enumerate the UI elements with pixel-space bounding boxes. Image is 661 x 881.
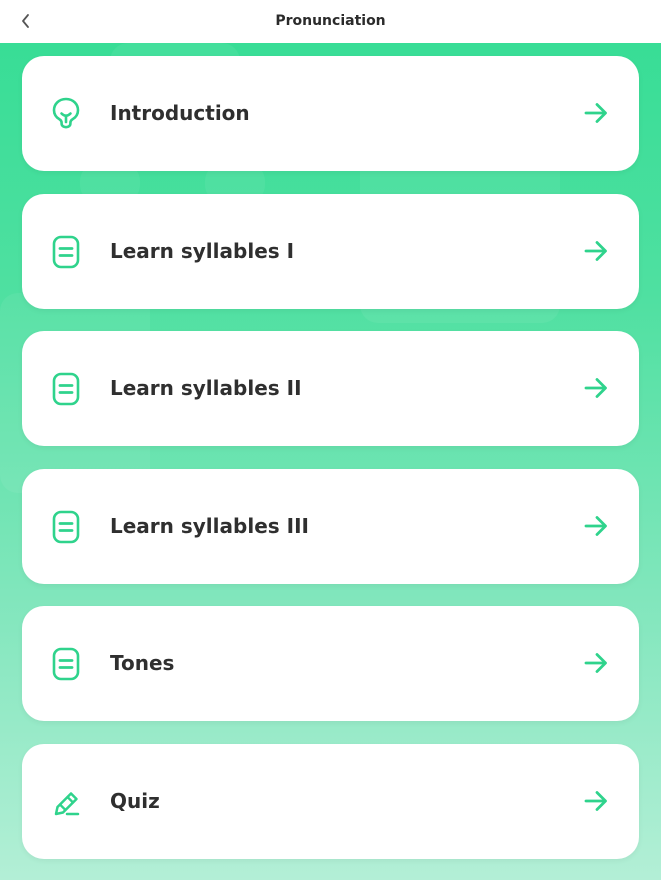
document-icon: [50, 234, 82, 270]
top-bar: Pronunciation: [0, 0, 661, 43]
lesson-card-learn-syllables-1[interactable]: Learn syllables I: [22, 193, 639, 309]
lesson-label: Introduction: [110, 101, 250, 125]
lesson-card-learn-syllables-2[interactable]: Learn syllables II: [22, 331, 639, 446]
document-icon: [50, 509, 82, 545]
lesson-card-introduction[interactable]: Introduction: [22, 56, 639, 171]
lesson-card-quiz[interactable]: Quiz: [22, 743, 639, 859]
lesson-label: Learn syllables III: [110, 513, 309, 538]
pencil-icon: [50, 784, 82, 820]
lesson-label: Learn syllables I: [110, 238, 295, 263]
document-icon: [50, 646, 82, 682]
arrow-right-icon: [583, 513, 609, 539]
lesson-card-tones[interactable]: Tones: [22, 606, 639, 721]
lesson-label: Quiz: [110, 788, 160, 813]
lesson-card-learn-syllables-3[interactable]: Learn syllables III: [22, 468, 639, 584]
arrow-right-icon: [583, 788, 609, 814]
document-icon: [50, 371, 82, 407]
arrow-right-icon: [583, 238, 609, 264]
arrow-right-icon: [583, 375, 609, 401]
lightbulb-icon: [50, 96, 82, 132]
arrow-right-icon: [583, 650, 609, 676]
lesson-label: Tones: [110, 651, 175, 675]
page-title: Pronunciation: [275, 13, 386, 29]
lesson-list: Introduction Learn syllables I Learn syl…: [22, 56, 639, 881]
lesson-label: Learn syllables II: [110, 376, 302, 400]
arrow-right-icon: [583, 100, 609, 126]
